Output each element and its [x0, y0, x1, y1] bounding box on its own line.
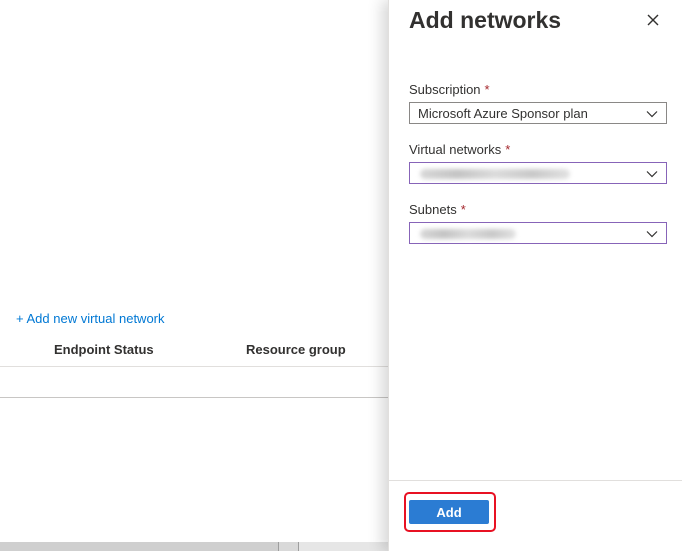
redacted-value	[420, 229, 516, 239]
taskbar-item	[0, 542, 279, 551]
virtual-networks-label-text: Virtual networks	[409, 142, 502, 157]
required-mark: *	[505, 142, 511, 157]
subscription-value: Microsoft Azure Sponsor plan	[418, 106, 588, 121]
subscription-label: Subscription *	[409, 82, 490, 97]
footer-divider	[389, 480, 682, 481]
column-header-endpoint-status[interactable]: Endpoint Status	[54, 342, 154, 357]
add-button[interactable]: Add	[409, 500, 489, 524]
table-bottom-divider	[0, 397, 388, 398]
subnets-label-text: Subnets	[409, 202, 457, 217]
close-button[interactable]	[641, 8, 665, 32]
virtual-networks-dropdown[interactable]	[409, 162, 667, 184]
table-header-divider	[0, 366, 388, 367]
column-header-resource-group[interactable]: Resource group	[246, 342, 346, 357]
required-mark: *	[484, 82, 490, 97]
subnets-dropdown[interactable]	[409, 222, 667, 244]
close-icon	[647, 14, 659, 26]
panel-title: Add networks	[409, 7, 562, 33]
background-page: + Add new virtual network Endpoint Statu…	[0, 0, 388, 551]
subscription-label-text: Subscription	[409, 82, 481, 97]
chevron-down-icon	[646, 111, 658, 118]
add-virtual-network-link[interactable]: + Add new virtual network	[16, 311, 165, 326]
required-mark: *	[460, 202, 466, 217]
chevron-down-icon	[646, 171, 658, 178]
add-networks-panel: Add networks Subscription * Microsoft Azu…	[388, 0, 682, 551]
subscription-dropdown[interactable]: Microsoft Azure Sponsor plan	[409, 102, 667, 124]
chevron-down-icon	[646, 231, 658, 238]
virtual-networks-label: Virtual networks *	[409, 142, 510, 157]
redacted-value	[420, 169, 570, 179]
subnets-label: Subnets *	[409, 202, 466, 217]
